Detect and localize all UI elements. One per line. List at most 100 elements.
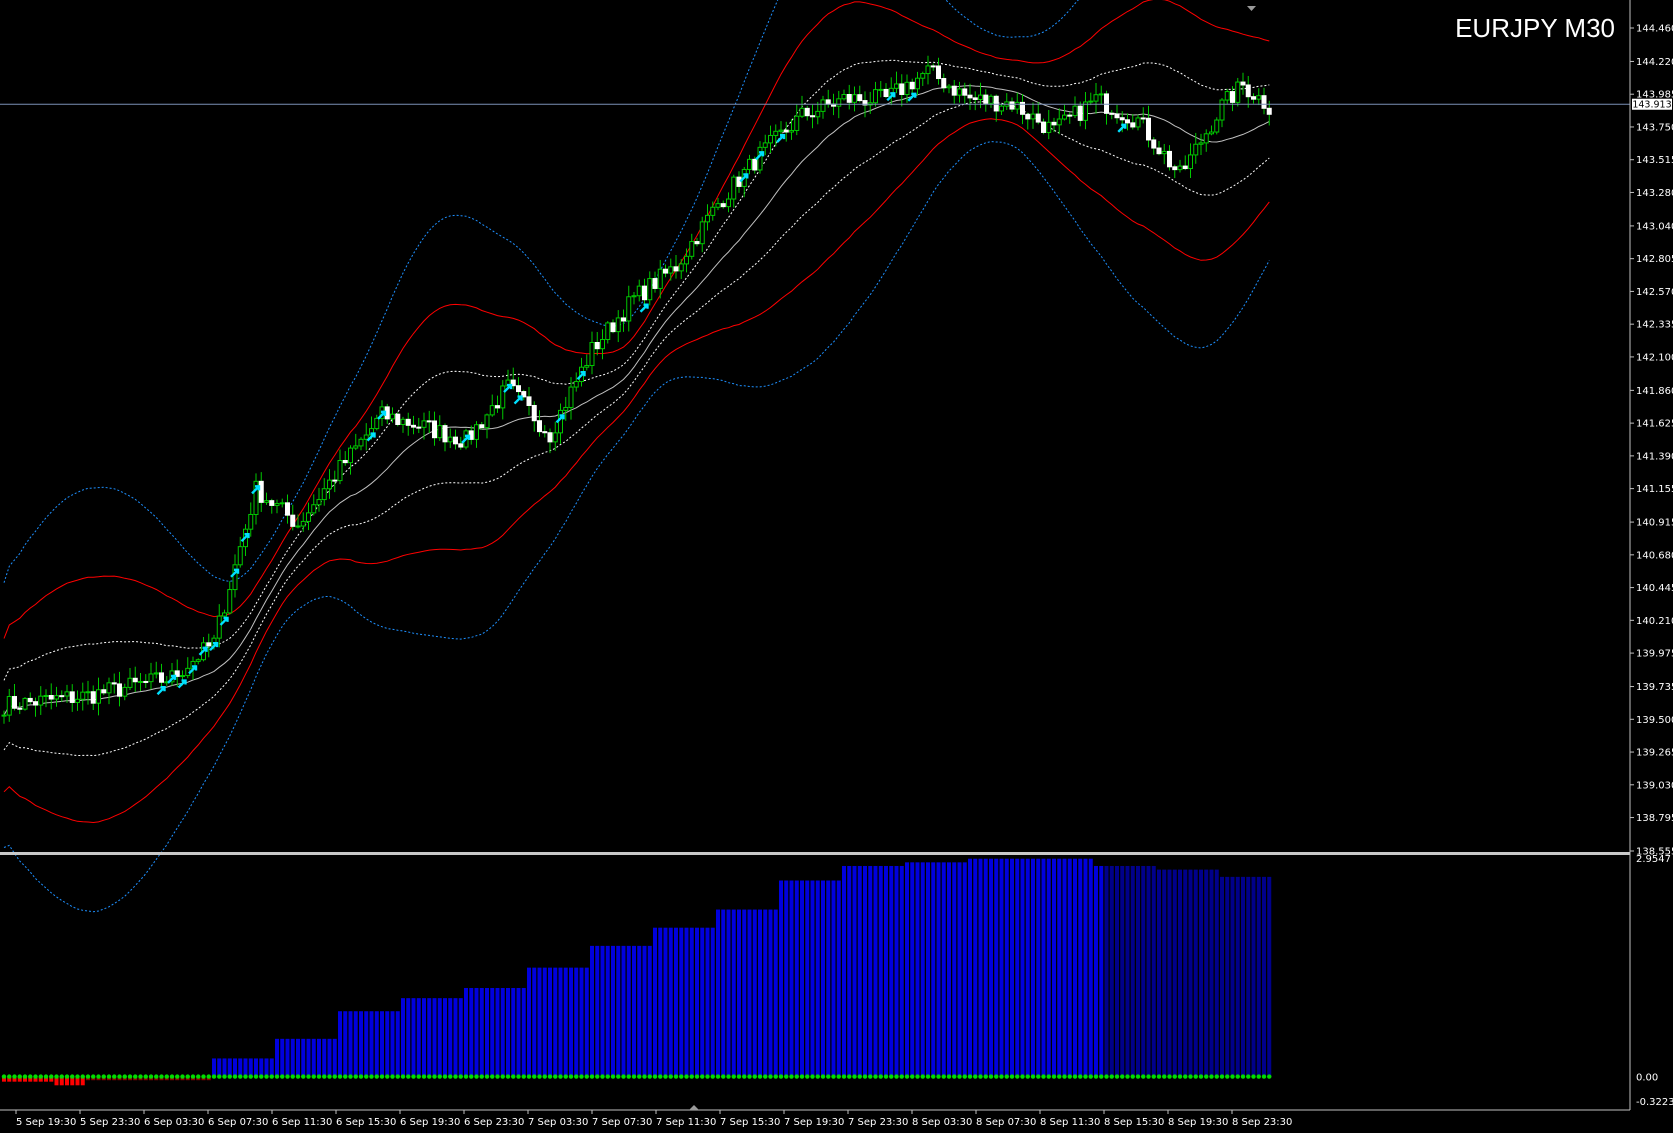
indicator-bar: [758, 909, 762, 1077]
zero-dot: [1172, 1074, 1177, 1079]
zero-dot: [726, 1074, 731, 1079]
zero-dot: [537, 1074, 542, 1079]
zero-dot: [1041, 1074, 1046, 1079]
price-tick-label: 138.795: [1636, 813, 1673, 824]
indicator-bar: [663, 927, 668, 1077]
indicator-bar: [301, 1038, 306, 1077]
indicator-bar: [1115, 865, 1119, 1077]
indicator-bar: [1146, 865, 1151, 1077]
indicator-bar: [1204, 869, 1209, 1077]
indicator-bar: [558, 967, 563, 1077]
indicator-bar: [1125, 865, 1130, 1077]
zero-dot: [1104, 1074, 1109, 1079]
indicator-bar: [658, 927, 663, 1077]
zero-dot: [904, 1074, 910, 1079]
indicator-bar: [432, 998, 437, 1077]
indicator-bar: [485, 987, 489, 1077]
indicator-bar: [784, 880, 789, 1077]
time-tick-label: 7 Sep 03:30: [528, 1117, 588, 1128]
indicator-bar: [1256, 876, 1261, 1077]
indicator-bar: [1246, 876, 1251, 1077]
indicator-bar: [406, 998, 411, 1077]
indicator-bar: [280, 1038, 285, 1077]
zero-dot: [7, 1074, 12, 1079]
zero-dot: [920, 1074, 925, 1079]
indicator-bar: [716, 909, 720, 1077]
zero-dot: [500, 1074, 505, 1079]
zero-dot: [85, 1074, 91, 1079]
zero-dot: [600, 1074, 605, 1079]
zero-dot: [637, 1074, 642, 1079]
zero-dot: [164, 1074, 169, 1079]
time-tick-label: 8 Sep 15:30: [1104, 1117, 1164, 1128]
zero-dot: [547, 1074, 553, 1079]
zero-dot: [925, 1074, 931, 1079]
indicator-bar: [868, 865, 873, 1077]
indicator-tick-label: 0.00: [1636, 1073, 1658, 1084]
zero-dot: [910, 1074, 915, 1079]
zero-dot: [1120, 1074, 1125, 1079]
indicator-bar: [700, 927, 705, 1077]
indicator-bar: [1052, 858, 1056, 1077]
indicator-bar: [632, 945, 636, 1077]
current-price-label: 143.913: [1632, 100, 1671, 111]
indicator-bar: [311, 1038, 316, 1077]
indicator-bar: [831, 880, 836, 1077]
candle: [1235, 77, 1241, 107]
indicator-bar: [1120, 865, 1125, 1077]
indicator-bar: [626, 945, 631, 1077]
indicator-bar: [941, 862, 946, 1077]
zero-dot: [248, 1074, 253, 1079]
zero-dot: [658, 1074, 663, 1079]
zero-dot: [705, 1074, 710, 1079]
zero-dot: [799, 1074, 805, 1079]
indicator-bar: [821, 880, 825, 1077]
indicator-bar: [674, 927, 678, 1077]
zero-dot: [484, 1074, 490, 1079]
zero-dot: [742, 1074, 747, 1079]
price-tick-label: 142.335: [1636, 320, 1673, 331]
indicator-bar: [1094, 865, 1098, 1077]
indicator-bar: [1099, 865, 1104, 1077]
indicator-bar: [668, 927, 673, 1077]
indicator-bar: [926, 862, 930, 1077]
indicator-bar: [306, 1038, 311, 1077]
indicator-bar: [332, 1038, 337, 1077]
zero-dot: [54, 1074, 59, 1079]
indicator-bar: [1183, 869, 1188, 1077]
indicator-bar: [689, 927, 694, 1077]
zero-dot: [180, 1074, 185, 1079]
zero-dot: [127, 1074, 133, 1079]
zero-dot: [101, 1074, 106, 1079]
indicator-bar: [1225, 876, 1230, 1077]
indicator-bar: [579, 967, 584, 1077]
zero-dot: [595, 1074, 600, 1079]
indicator-bar: [710, 927, 715, 1077]
zero-dot: [973, 1074, 978, 1079]
indicator-bar: [1167, 869, 1172, 1077]
indicator-bar: [327, 1038, 332, 1077]
zero-dot: [196, 1074, 201, 1079]
zero-dot: [542, 1074, 547, 1079]
zero-dot: [1246, 1074, 1251, 1079]
indicator-bar: [1010, 858, 1014, 1077]
zero-dot: [1, 1074, 7, 1079]
indicator-bar: [779, 880, 783, 1077]
price-tick-label: 140.680: [1636, 550, 1673, 561]
price-tick-label: 139.500: [1636, 715, 1673, 726]
zero-dot: [416, 1074, 421, 1079]
indicator-bar: [374, 1011, 379, 1077]
indicator-bar: [1199, 869, 1203, 1077]
indicator-bar: [222, 1058, 227, 1077]
indicator-bar: [269, 1058, 274, 1077]
panel-separator[interactable]: [0, 852, 1630, 855]
zero-dot: [1193, 1074, 1198, 1079]
indicator-bar: [422, 998, 426, 1077]
zero-dot: [1015, 1074, 1020, 1079]
chart-window[interactable]: EURJPY M30 144.460144.220143.985143.7501…: [0, 0, 1673, 1133]
indicator-bar: [1235, 876, 1240, 1077]
indicator-bar: [248, 1058, 253, 1077]
indicator-bar: [395, 1011, 400, 1077]
zero-dot: [673, 1074, 679, 1079]
zero-dot: [1067, 1074, 1072, 1079]
